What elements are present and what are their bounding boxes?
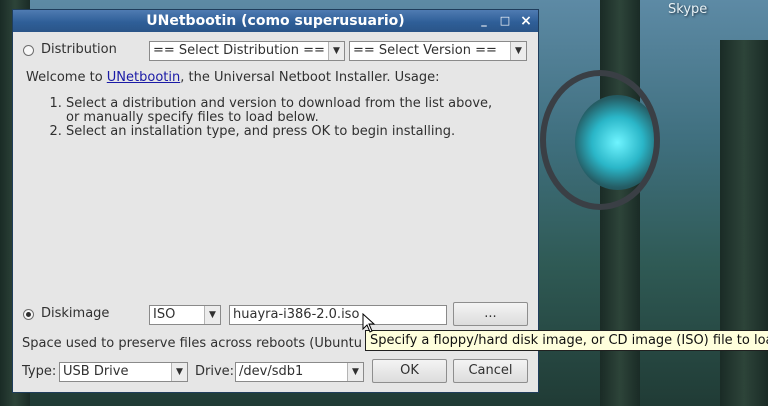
spaceship-hull xyxy=(540,70,660,210)
image-type-combo[interactable]: ISO ▼ xyxy=(149,305,221,325)
chevron-down-icon: ▼ xyxy=(204,306,220,324)
cancel-button[interactable]: Cancel xyxy=(453,359,528,383)
intro-text: Welcome to UNetbootin, the Universal Net… xyxy=(26,70,440,85)
intro-suffix: , the Universal Netboot Installer. Usage… xyxy=(180,70,440,85)
type-value: USB Drive xyxy=(63,364,129,379)
chevron-down-icon: ▼ xyxy=(171,363,187,381)
select-distribution-combo[interactable]: == Select Distribution == ▼ xyxy=(149,41,345,61)
type-label: Type: xyxy=(22,364,57,379)
mouse-cursor-icon xyxy=(362,313,376,333)
drive-combo[interactable]: /dev/sdb1 ▼ xyxy=(235,362,364,382)
select-distribution-value: == Select Distribution == xyxy=(153,43,325,58)
window-titlebar[interactable]: UNetbootin (como superusuario) _ □ × xyxy=(13,10,538,32)
window-title: UNetbootin (como superusuario) xyxy=(146,13,405,29)
persistence-space-label: Space used to preserve files across rebo… xyxy=(22,336,362,351)
distribution-radio[interactable] xyxy=(23,45,34,56)
distribution-label: Distribution xyxy=(41,42,117,57)
diskimage-radio[interactable] xyxy=(23,309,34,320)
skype-desktop-label[interactable]: Skype xyxy=(668,2,707,17)
select-version-combo[interactable]: == Select Version == ▼ xyxy=(349,41,527,61)
minimize-icon[interactable]: _ xyxy=(477,14,491,28)
unetbootin-link[interactable]: UNetbootin xyxy=(107,70,180,85)
chevron-down-icon: ▼ xyxy=(510,42,526,60)
intro-prefix: Welcome to xyxy=(26,70,107,85)
chevron-down-icon: ▼ xyxy=(347,363,363,381)
image-type-value: ISO xyxy=(153,307,176,322)
chevron-down-icon: ▼ xyxy=(328,42,344,60)
browse-button[interactable]: ... xyxy=(453,302,528,326)
select-version-value: == Select Version == xyxy=(353,43,497,58)
usage-step: Select an installation type, and press O… xyxy=(66,125,496,139)
diskimage-tooltip: Specify a floppy/hard disk image, or CD … xyxy=(365,330,768,351)
diskimage-path-field[interactable]: huayra-i386-2.0.iso xyxy=(229,305,447,325)
usage-step: Select a distribution and version to dow… xyxy=(66,97,496,125)
tree-trunk xyxy=(720,40,768,406)
usage-steps: Select a distribution and version to dow… xyxy=(26,97,496,139)
maximize-icon[interactable]: □ xyxy=(498,14,512,28)
ok-button[interactable]: OK xyxy=(372,359,447,383)
diskimage-label: Diskimage xyxy=(41,306,110,321)
type-combo[interactable]: USB Drive ▼ xyxy=(59,362,188,382)
drive-value: /dev/sdb1 xyxy=(239,364,304,379)
drive-label: Drive: xyxy=(195,364,235,379)
close-icon[interactable]: × xyxy=(519,14,533,28)
